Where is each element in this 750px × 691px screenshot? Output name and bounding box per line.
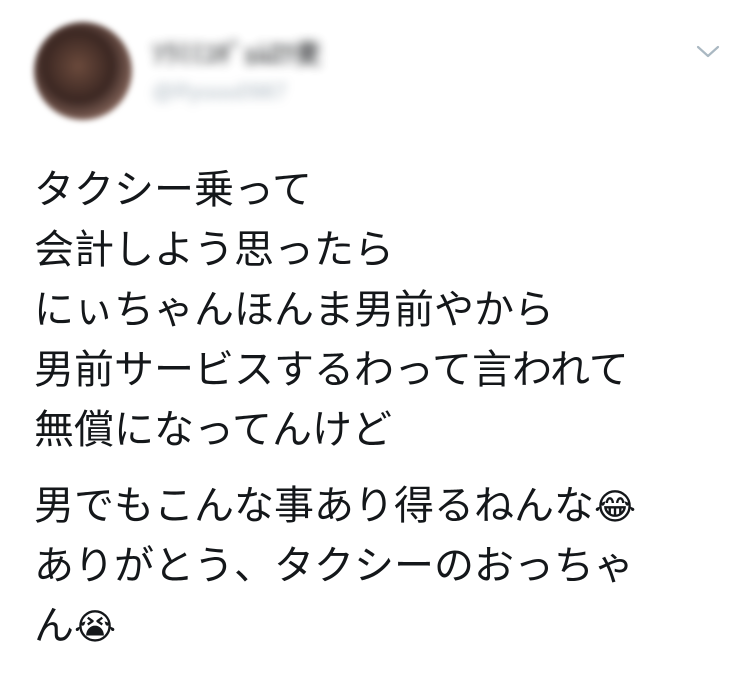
avatar[interactable]	[34, 22, 132, 120]
tweet-line: ん😭	[34, 596, 734, 656]
user-handle[interactable]: @Ryuuu0987	[152, 79, 321, 105]
tweet-line-text: ありがとう、タクシーのおっちゃ	[34, 543, 634, 589]
tweet-paragraph: 男でもこんな事あり得るねんな😂 ありがとう、タクシーのおっちゃ ん😭	[34, 476, 734, 656]
tweet-line-text: タクシー乗って	[34, 167, 312, 213]
tweet-line: 男でもこんな事あり得るねんな😂	[34, 476, 734, 536]
tweet-line-text: 男前サービスするわって言われて	[34, 347, 629, 393]
tweet-header: ｿﾗﾐﾐﾕｷﾞｮﾑﾛﾂ麦 @Ryuuu0987	[152, 34, 321, 105]
tweet-card: ｿﾗﾐﾐﾕｷﾞｮﾑﾛﾂ麦 @Ryuuu0987 タクシー乗って 会計しよう思った…	[0, 0, 750, 691]
tweet-line: 男前サービスするわって言われて	[34, 340, 734, 400]
tweet-line: 無償になってんけど	[34, 400, 734, 460]
tweet-line-text: 無償になってんけど	[34, 407, 392, 453]
tweet-paragraph: タクシー乗って 会計しよう思ったら にぃちゃんほんま男前やから 男前サービスする…	[34, 160, 734, 460]
tweet-line: ありがとう、タクシーのおっちゃ	[34, 536, 734, 596]
loudly-crying-face-icon: 😭	[74, 607, 117, 648]
face-with-tears-of-joy-icon: 😂	[594, 487, 637, 528]
tweet-line: タクシー乗って	[34, 160, 734, 220]
tweet-line-text: 男でもこんな事あり得るねんな	[34, 483, 594, 529]
tweet-text: タクシー乗って 会計しよう思ったら にぃちゃんほんま男前やから 男前サービスする…	[34, 160, 734, 656]
tweet-line-text: 会計しよう思ったら	[34, 227, 394, 273]
tweet-line-text: ん	[34, 603, 74, 649]
tweet-line: 会計しよう思ったら	[34, 220, 734, 280]
tweet-line: にぃちゃんほんま男前やから	[34, 280, 734, 340]
tweet-line-text: にぃちゃんほんま男前やから	[34, 287, 554, 333]
display-name[interactable]: ｿﾗﾐﾐﾕｷﾞｮﾑﾛﾂ麦	[152, 34, 321, 71]
chevron-down-icon[interactable]	[696, 44, 720, 60]
